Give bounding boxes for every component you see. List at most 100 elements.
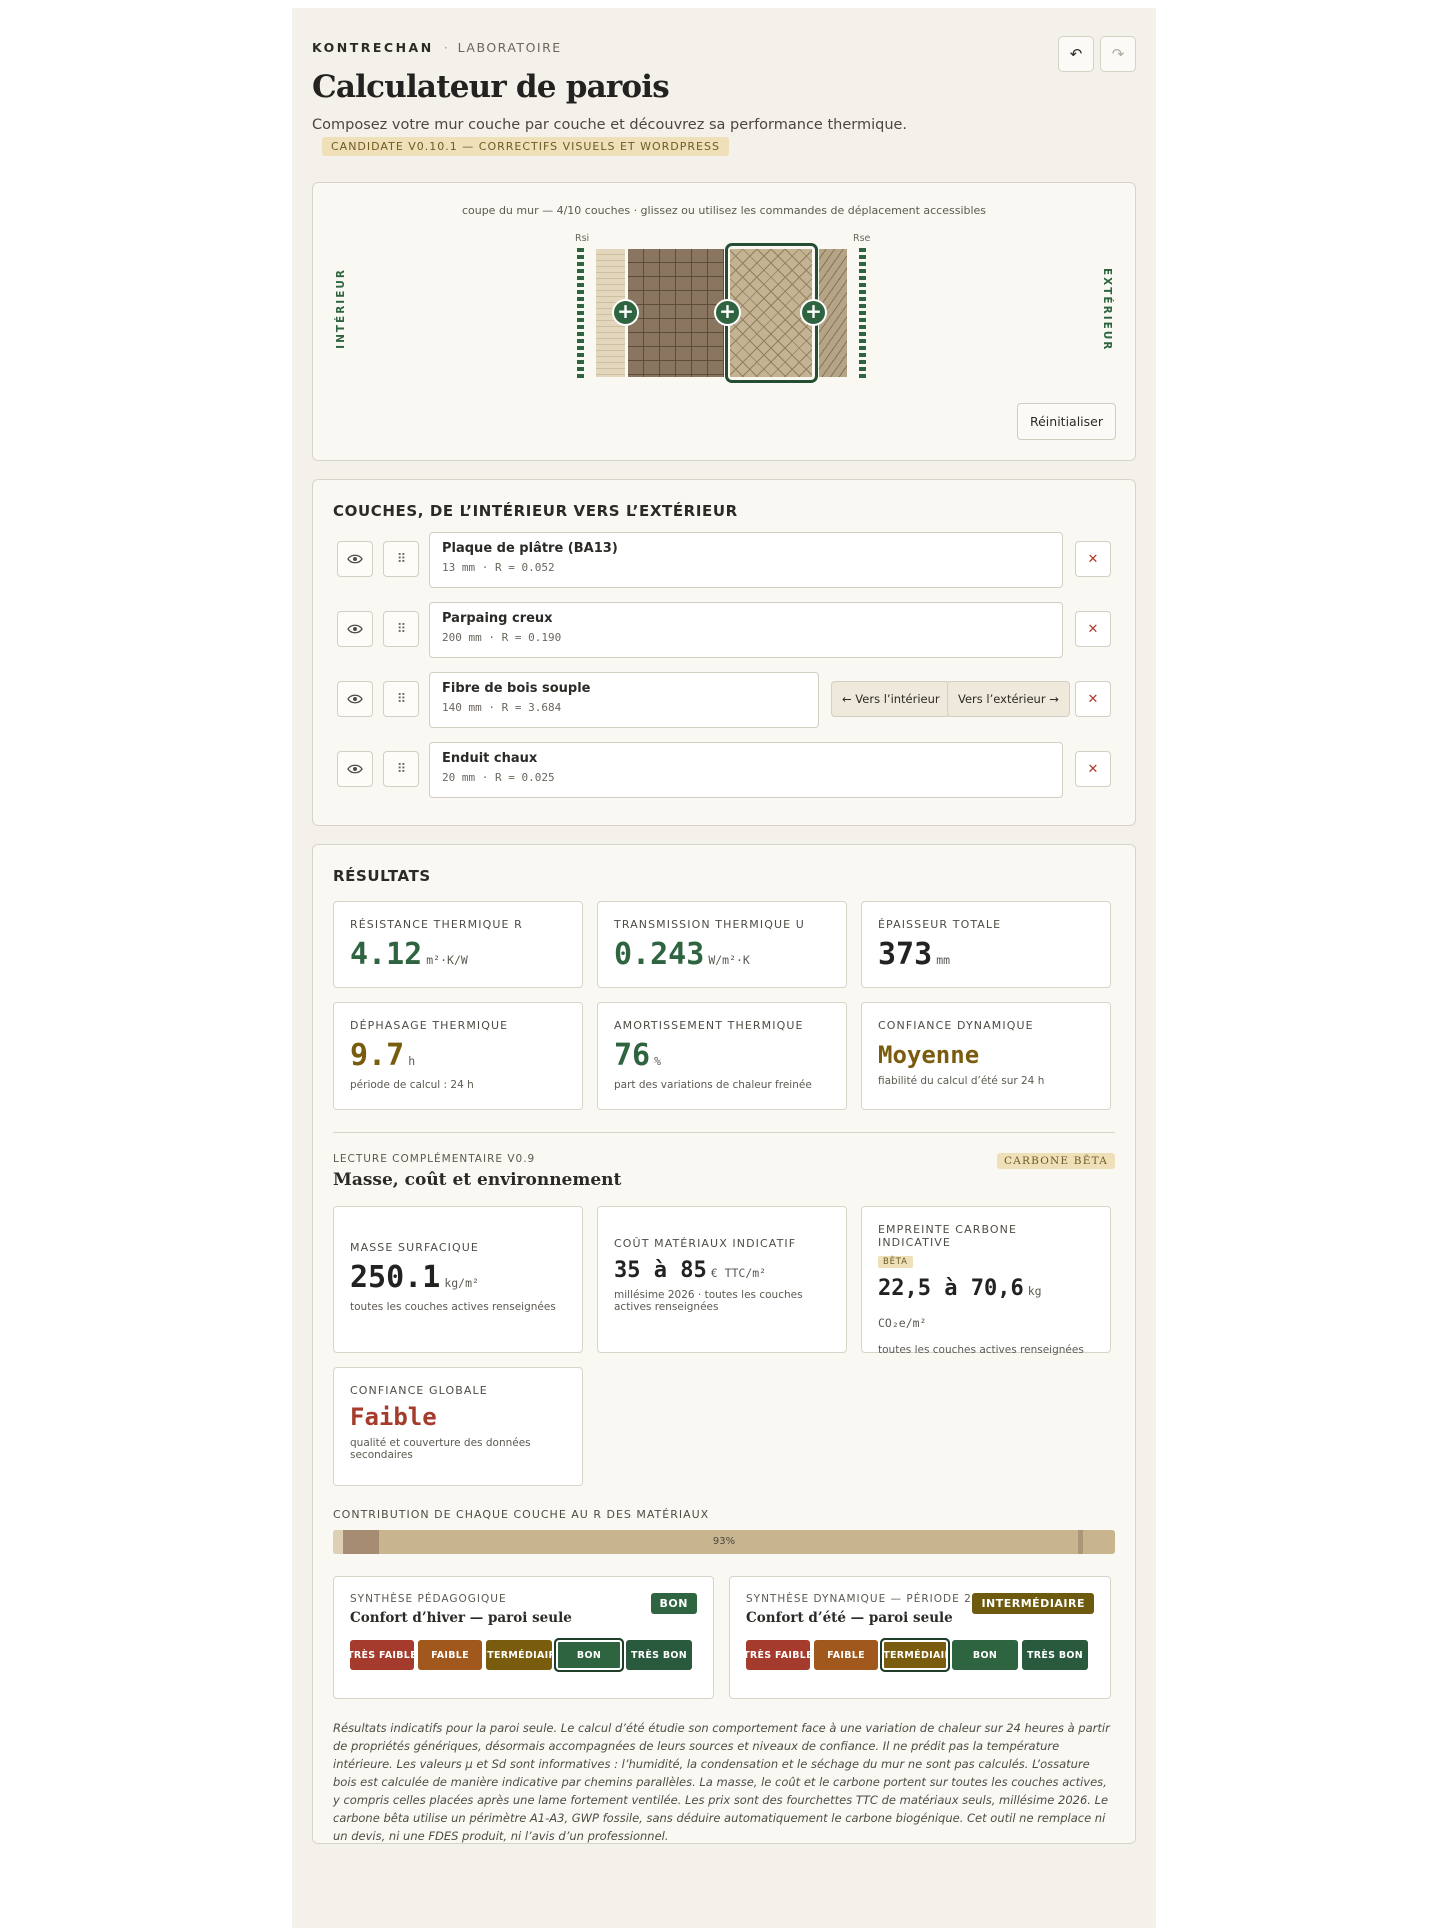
page-subtitle: Composez votre mur couche par couche et … — [312, 117, 908, 133]
metric-sub: période de calcul : 24 h — [350, 1079, 474, 1091]
layer-meta: 140 mm · R = 3.684 — [442, 701, 562, 714]
drag-handle[interactable]: ⠿ — [383, 751, 419, 787]
metric-sub: millésime 2026 · toutes les couches acti… — [614, 1289, 803, 1313]
metric-card-damping: AMORTISSEMENT THERMIQUE 76% part des var… — [597, 1002, 847, 1110]
insert-layer-button-1[interactable]: + — [612, 299, 639, 326]
metric-value: 35 à 85 € TTC/m² — [614, 1258, 830, 1283]
metric-label: CONFIANCE DYNAMIQUE — [878, 1019, 1034, 1032]
insert-layer-button-2[interactable]: + — [714, 299, 741, 326]
layer-card[interactable]: Enduit chaux 20 mm · R = 0.025 — [429, 742, 1063, 798]
toggle-visibility-button[interactable] — [337, 541, 373, 577]
metric-label: MASSE SURFACIQUE — [350, 1241, 479, 1254]
metric-label: EMPREINTE CARBONE INDICATIVE — [878, 1223, 1018, 1249]
carbon-beta-badge: CARBONE BÊTA — [996, 1153, 1115, 1169]
toggle-visibility-button[interactable] — [337, 681, 373, 717]
brand-name: KONTRECHAN — [312, 40, 434, 55]
metric-value: 4.12 m²·K/W — [350, 937, 566, 972]
synthesis-row: SYNTHÈSE PÉDAGOGIQUE Confort d’hiver — p… — [333, 1576, 1115, 1699]
history-controls: ↶ ↷ — [1058, 36, 1136, 72]
undo-icon: ↶ — [1069, 45, 1083, 63]
drag-handle[interactable]: ⠿ — [383, 681, 419, 717]
synthesis-title: Confort d’hiver — paroi seule — [350, 1610, 572, 1626]
insert-layer-button-3[interactable]: + — [800, 299, 827, 326]
interior-label: INTÉRIEUR — [335, 268, 347, 349]
metric-label: COÛT MATÉRIAUX INDICATIF — [614, 1237, 797, 1250]
layer-card[interactable]: Fibre de bois souple 140 mm · R = 3.684 — [429, 672, 819, 728]
metric-card-cost: COÛT MATÉRIAUX INDICATIF 35 à 85 € TTC/m²… — [597, 1206, 847, 1353]
layer-name: Plaque de plâtre (BA13) — [442, 541, 618, 556]
drag-handle[interactable]: ⠿ — [383, 541, 419, 577]
metric-sub: toutes les couches actives renseignées — [350, 1301, 556, 1313]
summer-rating-scale: TRÈS FAIBLEFAIBLEINTERMÉDIAIREBONTRÈS BO… — [746, 1638, 1094, 1672]
delete-layer-button[interactable]: ✕ — [1075, 541, 1111, 577]
layer-card[interactable]: Plaque de plâtre (BA13) 13 mm · R = 0.05… — [429, 532, 1063, 588]
layer-meta: 13 mm · R = 0.052 — [442, 561, 555, 574]
complementary-metrics-grid: MASSE SURFACIQUE 250.1 kg/m² toutes les c… — [333, 1206, 1115, 1486]
disclaimer-text: Résultats indicatifs pour la paroi seule… — [333, 1721, 1110, 1843]
metric-number: 22,5 à 70,6 — [878, 1276, 1024, 1301]
page-container: KONTRECHAN · LABORATOIRE ↶ ↷ Calculateur… — [292, 8, 1156, 1928]
delete-layer-button[interactable]: ✕ — [1075, 611, 1111, 647]
metric-number: 35 à 85 — [614, 1258, 707, 1283]
rsi-label: Rsi — [575, 233, 590, 244]
toggle-visibility-button[interactable] — [337, 751, 373, 787]
undo-button[interactable]: ↶ — [1058, 36, 1094, 72]
rse-marker — [859, 248, 866, 378]
layer-card[interactable]: Parpaing creux 200 mm · R = 0.190 — [429, 602, 1063, 658]
layer-row: ⠿ Fibre de bois souple 140 mm · R = 3.68… — [333, 672, 1115, 730]
metric-value: 22,5 à 70,6 kg CO₂e/m² — [878, 1274, 1094, 1338]
metric-label: DÉPHASAGE THERMIQUE — [350, 1019, 509, 1032]
results-title: RÉSULTATS — [333, 867, 431, 885]
rating-step: BON — [952, 1640, 1018, 1670]
metric-card-dynamic-confidence: CONFIANCE DYNAMIQUE Moyenne fiabilité du… — [861, 1002, 1111, 1110]
metric-number: 250.1 — [350, 1260, 441, 1295]
move-inward-button[interactable]: ← Vers l’intérieur — [831, 681, 951, 717]
reset-button[interactable]: Réinitialiser — [1016, 403, 1116, 440]
contribution-bar: 93% — [333, 1530, 1115, 1554]
move-outward-button[interactable]: Vers l’extérieur → — [947, 681, 1070, 717]
drag-handle[interactable]: ⠿ — [383, 611, 419, 647]
metric-value: Faible — [350, 1403, 437, 1431]
summer-rating-badge: INTERMÉDIAIRE — [972, 1593, 1094, 1614]
eye-icon — [347, 764, 363, 774]
layer-meta: 20 mm · R = 0.025 — [442, 771, 555, 784]
metric-value: 9.7 h — [350, 1038, 566, 1073]
redo-button[interactable]: ↷ — [1100, 36, 1136, 72]
layer-name: Fibre de bois souple — [442, 681, 591, 696]
eye-icon — [347, 624, 363, 634]
toggle-visibility-button[interactable] — [337, 611, 373, 647]
delete-layer-button[interactable]: ✕ — [1075, 751, 1111, 787]
rating-step: BON — [554, 1638, 624, 1672]
metric-card-thickness: ÉPAISSEUR TOTALE 373 mm — [861, 901, 1111, 988]
metric-unit: % — [654, 1054, 662, 1068]
metric-card-carbon: EMPREINTE CARBONE INDICATIVE BÊTA 22,5 à… — [861, 1206, 1111, 1356]
metric-number: 76 — [614, 1038, 651, 1073]
winter-rating-badge: BON — [650, 1593, 697, 1614]
metric-value: 373 mm — [878, 937, 1094, 972]
metric-unit: W/m²·K — [708, 953, 750, 967]
rse-label: Rse — [853, 233, 871, 244]
layers-panel: COUCHES, DE L’INTÉRIEUR VERS L’EXTÉRIEUR… — [312, 479, 1136, 826]
metric-label: TRANSMISSION THERMIQUE U — [614, 918, 805, 931]
wall-caption: coupe du mur — 4/10 couches · glissez ou… — [461, 204, 987, 217]
version-badge: CANDIDATE V0.10.1 — CORRECTIFS VISUELS E… — [322, 137, 729, 156]
complementary-title: Masse, coût et environnement — [333, 1170, 622, 1190]
metric-label: ÉPAISSEUR TOTALE — [878, 918, 1002, 931]
metric-unit: mm — [936, 953, 951, 967]
layer-row: ⠿ Plaque de plâtre (BA13) 13 mm · R = 0.… — [333, 532, 1115, 590]
brand-separator: · — [443, 40, 448, 55]
brand-row: KONTRECHAN · LABORATOIRE — [312, 40, 1136, 55]
contribution-dominant-label: 93% — [712, 1536, 736, 1547]
delete-layer-button[interactable]: ✕ — [1075, 681, 1111, 717]
rating-step: INTERMÉDIAIRE — [486, 1640, 552, 1670]
results-panel: RÉSULTATS RÉSISTANCE THERMIQUE R 4.12 m²·… — [312, 844, 1136, 1844]
rating-step: INTERMÉDIAIRE — [880, 1638, 950, 1672]
wall-layer-block[interactable] — [628, 249, 724, 377]
rsi-marker — [577, 248, 584, 378]
layer-row: ⠿ Parpaing creux 200 mm · R = 0.190 ✕ — [333, 602, 1115, 660]
metric-number: 0.243 — [614, 937, 705, 972]
metric-card-u: TRANSMISSION THERMIQUE U 0.243 W/m²·K — [597, 901, 847, 988]
page-title: Calculateur de parois — [312, 69, 670, 105]
metric-value: 250.1 kg/m² — [350, 1260, 566, 1295]
winter-synthesis-card: SYNTHÈSE PÉDAGOGIQUE Confort d’hiver — p… — [333, 1576, 714, 1699]
